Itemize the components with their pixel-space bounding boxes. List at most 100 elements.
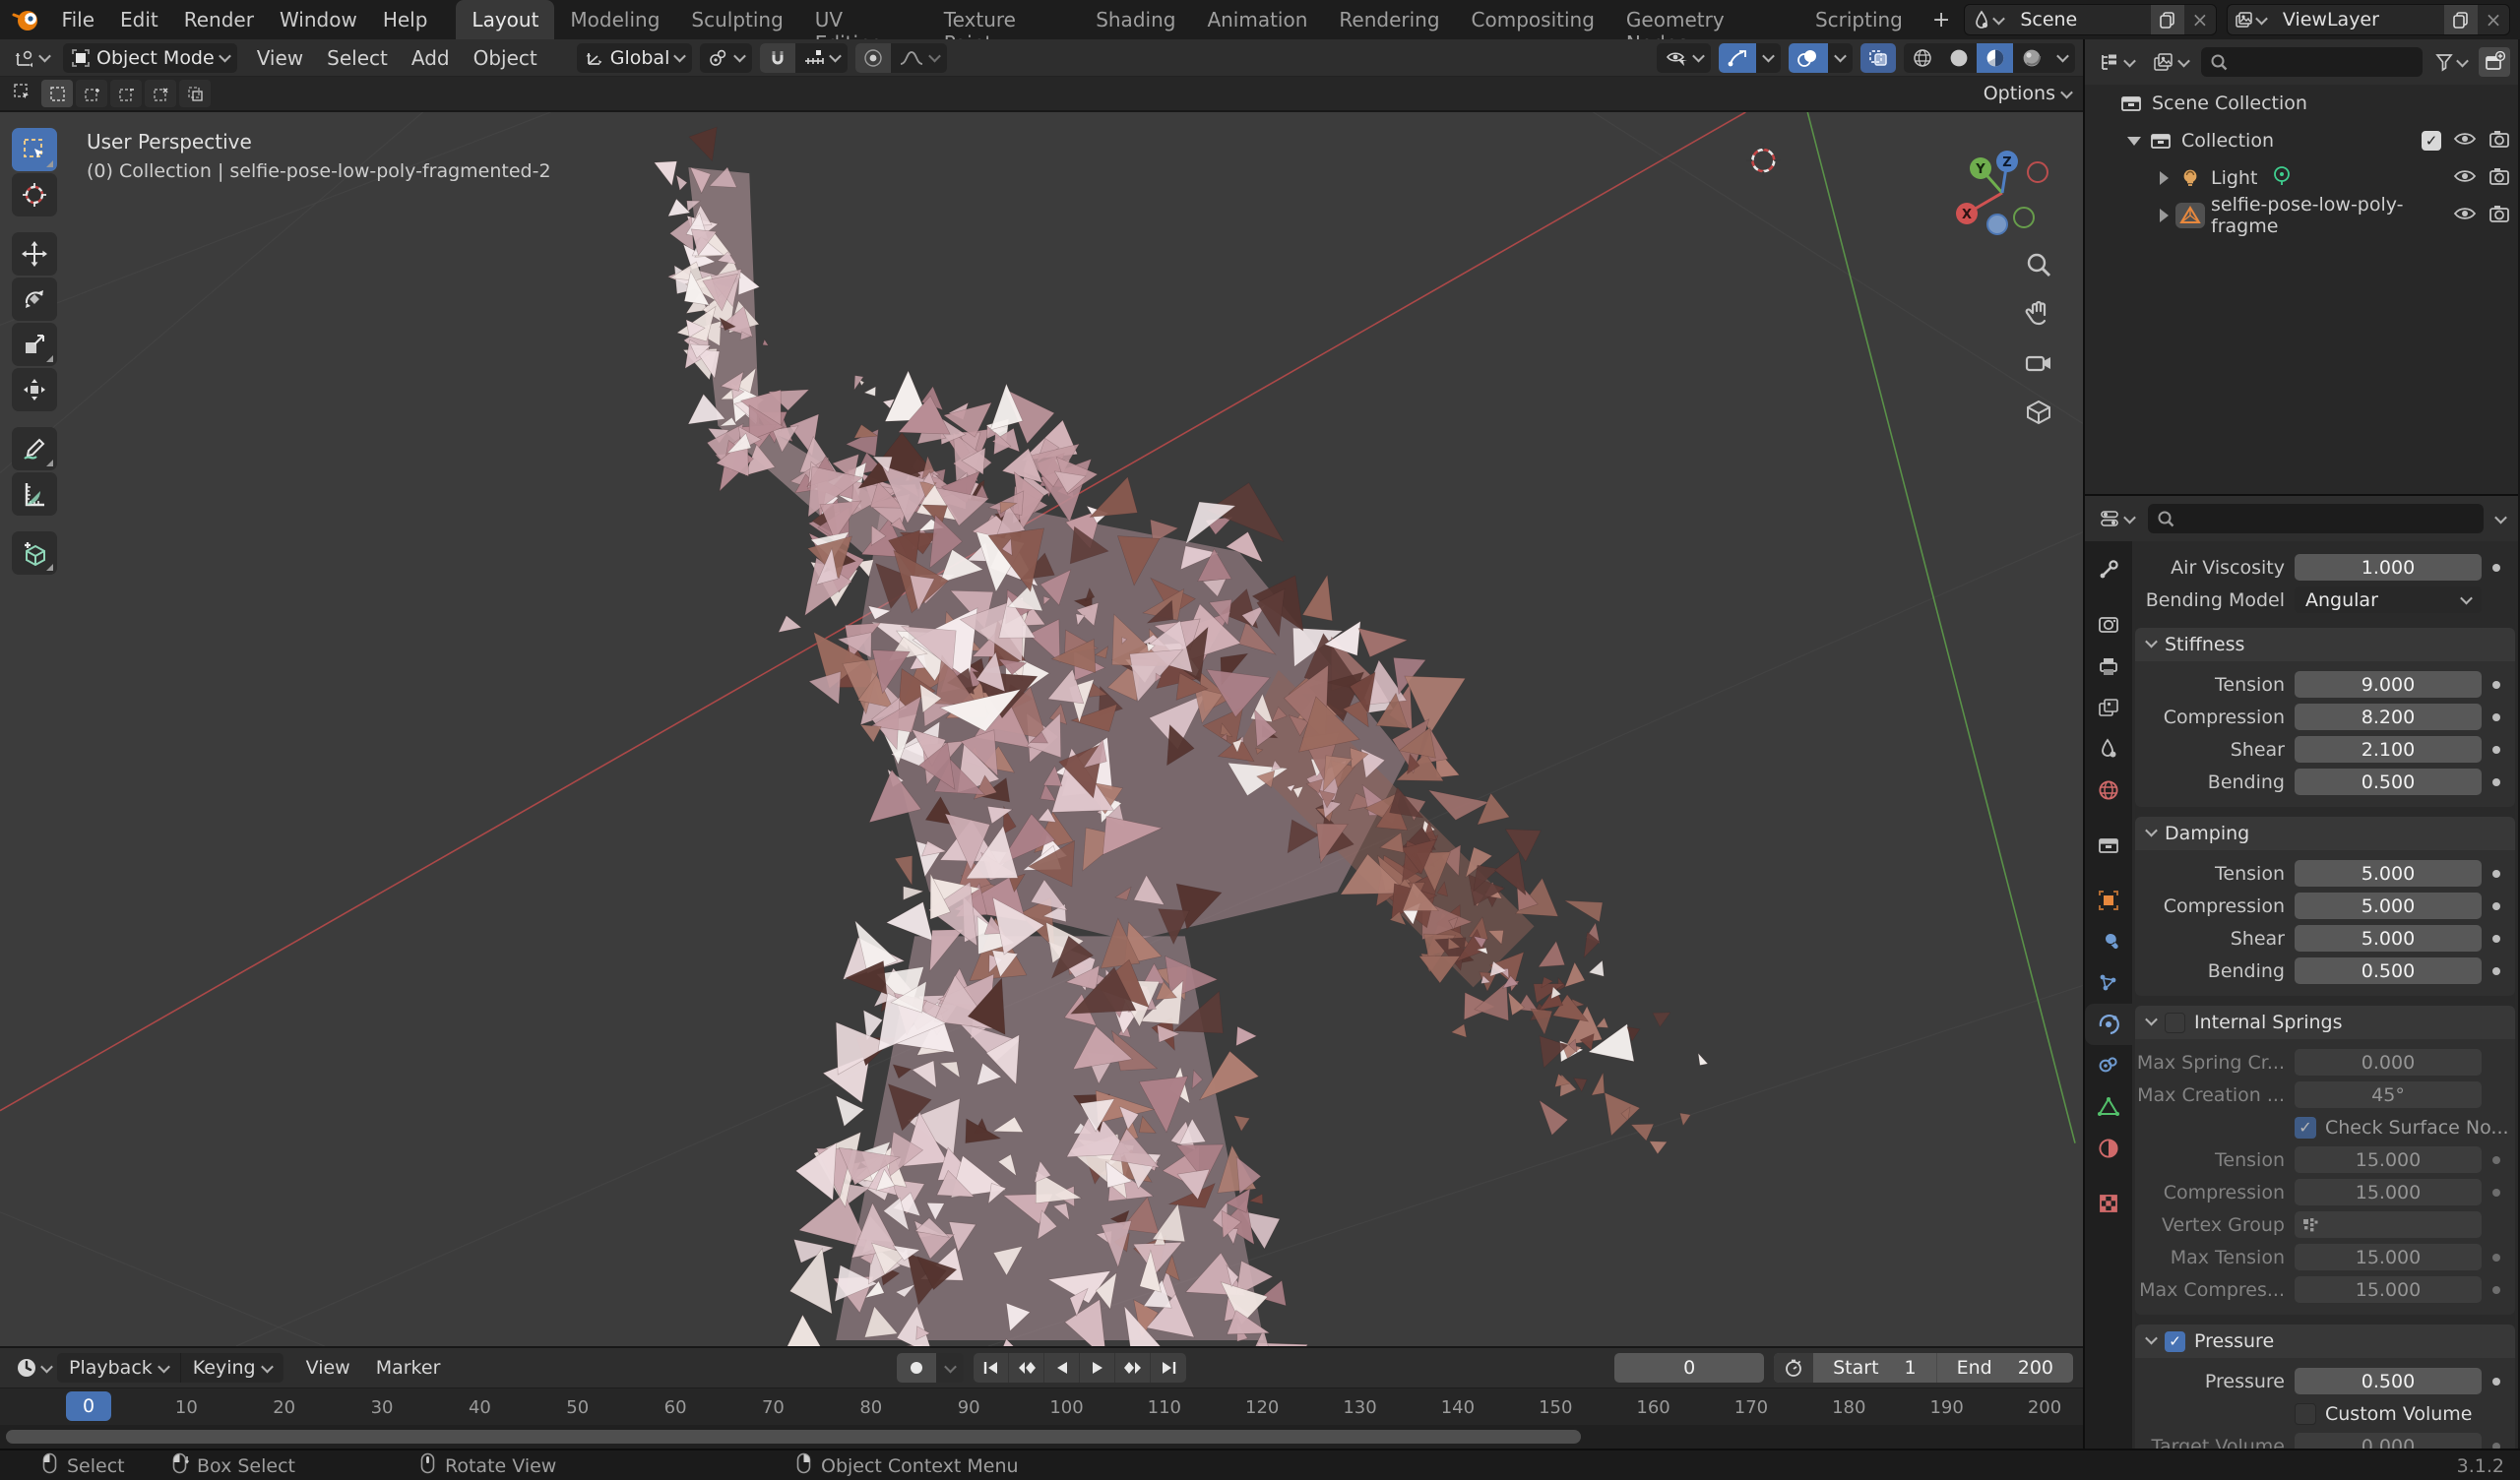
viewlayer-name[interactable]: ViewLayer	[2273, 9, 2444, 31]
workspace-tab-geometry-nodes[interactable]: Geometry Nodes	[1610, 0, 1799, 39]
transform-orientation[interactable]: Global	[577, 43, 693, 73]
outliner-row-light[interactable]: Light	[2085, 159, 2518, 197]
dropdown-bending-model[interactable]: Angular	[2295, 586, 2482, 613]
workspace-tab-sculpting[interactable]: Sculpting	[675, 0, 798, 39]
properties-tab-particles[interactable]	[2085, 962, 2132, 1004]
field-compression[interactable]: 8.200	[2295, 704, 2482, 730]
workspace-tab-compositing[interactable]: Compositing	[1456, 0, 1610, 39]
properties-editor-type-button[interactable]	[2093, 504, 2140, 533]
properties-tab-scene[interactable]	[2085, 728, 2132, 770]
prev-keyframe-button[interactable]	[1009, 1353, 1044, 1383]
workspace-tab-uv-editing[interactable]: UV Editing	[799, 0, 928, 39]
shading-wireframe-button[interactable]	[1904, 43, 1940, 73]
proportional-edit-toggle[interactable]	[855, 43, 891, 73]
zoom-tool-icon[interactable]	[2024, 250, 2053, 283]
orthographic-toggle-icon[interactable]	[2024, 398, 2053, 431]
tool-move-button[interactable]	[12, 232, 57, 276]
panel-checkbox[interactable]: ✓	[2165, 1331, 2185, 1352]
workspace-tab-rendering[interactable]: Rendering	[1323, 0, 1455, 39]
timeline-menu-keying[interactable]: Keying	[181, 1353, 284, 1383]
snap-toggle[interactable]	[760, 43, 795, 73]
field-shear[interactable]: 5.000	[2295, 925, 2482, 952]
timeline-editor-type-button[interactable]	[10, 1353, 57, 1383]
properties-tab-output[interactable]	[2085, 646, 2132, 687]
timeline-menu-view[interactable]: View	[293, 1357, 363, 1379]
outliner-search-input[interactable]	[2201, 47, 2423, 77]
panel-header-pressure[interactable]: ✓ Pressure	[2135, 1325, 2515, 1358]
select-mode-invert-button[interactable]	[145, 80, 176, 107]
editor-type-button[interactable]	[8, 43, 55, 73]
viewport-menu-select[interactable]: Select	[315, 39, 400, 77]
pan-tool-icon[interactable]	[2024, 299, 2053, 333]
shading-rendered-button[interactable]	[2013, 43, 2049, 73]
start-frame-field[interactable]: Start1	[1813, 1353, 1937, 1383]
panel-header-internal-springs[interactable]: Internal Springs	[2135, 1006, 2515, 1039]
menu-help[interactable]: Help	[370, 0, 441, 39]
scrollbar-thumb[interactable]	[6, 1430, 1581, 1444]
camera-view-icon[interactable]	[2024, 348, 2053, 382]
viewport-3d[interactable]: User Perspective (0) Collection | selfie…	[0, 112, 2083, 1346]
hide-eye-toggle[interactable]	[2453, 167, 2477, 190]
jump-to-start-button[interactable]	[974, 1353, 1009, 1383]
navigation-gizmo[interactable]: X Y Z	[1943, 130, 2061, 252]
properties-tab-physics[interactable]	[2085, 1004, 2132, 1045]
render-visibility-toggle[interactable]	[2488, 204, 2510, 228]
end-frame-field[interactable]: End200	[1937, 1353, 2073, 1383]
checkbox-check-surface-no[interactable]: ✓	[2295, 1117, 2316, 1139]
current-frame-field[interactable]: 0	[1614, 1353, 1764, 1383]
tool-add-cube-button[interactable]	[12, 531, 57, 575]
select-mode-intersect-button[interactable]	[179, 80, 211, 107]
field-compression[interactable]: 15.000	[2295, 1179, 2482, 1205]
properties-options-button[interactable]	[2491, 504, 2510, 533]
workspace-tab-animation[interactable]: Animation	[1191, 0, 1323, 39]
field-tension[interactable]: 9.000	[2295, 671, 2482, 698]
scene-copy-button[interactable]	[2151, 5, 2184, 34]
workspace-tab-shading[interactable]: Shading	[1080, 0, 1191, 39]
tool-transform-button[interactable]	[12, 368, 57, 411]
field-bending[interactable]: 0.500	[2295, 769, 2482, 795]
tool-cursor-button[interactable]	[12, 173, 57, 216]
gizmo-settings[interactable]	[1756, 43, 1781, 73]
workspace-tab-layout[interactable]: Layout	[456, 0, 554, 39]
properties-tab-object[interactable]	[2085, 880, 2132, 921]
field-tension[interactable]: 15.000	[2295, 1146, 2482, 1173]
workspace-tab-texture-paint[interactable]: Texture Paint	[928, 0, 1080, 39]
add-workspace-button[interactable]: +	[1919, 0, 1964, 39]
select-mode-extend-button[interactable]	[76, 80, 107, 107]
viewport-menu-view[interactable]: View	[245, 39, 315, 77]
field-shear[interactable]: 2.100	[2295, 736, 2482, 763]
play-button[interactable]	[1080, 1353, 1115, 1383]
properties-tab-constraints[interactable]	[2085, 1045, 2132, 1086]
scene-unlink-button[interactable]: ×	[2184, 8, 2216, 31]
properties-tab-collection[interactable]	[2085, 825, 2132, 866]
panel-header-damping[interactable]: Damping	[2135, 817, 2515, 850]
workspace-tab-scripting[interactable]: Scripting	[1799, 0, 1919, 39]
field-max-compres[interactable]: 15.000	[2295, 1276, 2482, 1303]
collection-checkbox[interactable]: ✓	[2422, 131, 2441, 151]
field-air-viscosity[interactable]: 1.000	[2295, 554, 2482, 581]
viewport-menu-object[interactable]: Object	[462, 39, 549, 77]
properties-tab-view-layer[interactable]	[2085, 687, 2132, 728]
viewport-menu-add[interactable]: Add	[400, 39, 462, 77]
tool-measure-button[interactable]	[12, 472, 57, 516]
overlays-settings[interactable]	[1828, 43, 1853, 73]
field-pressure[interactable]: 0.500	[2295, 1368, 2482, 1394]
outliner-editor-type-button[interactable]	[2093, 47, 2140, 77]
timeline-ruler[interactable]: 1020304050607080901001101201301401501601…	[0, 1388, 2083, 1425]
outliner-row-scene-collection[interactable]: Scene Collection	[2085, 85, 2518, 122]
tool-rotate-button[interactable]	[12, 278, 57, 321]
select-mode-set-button[interactable]	[41, 80, 73, 107]
menu-edit[interactable]: Edit	[107, 0, 171, 39]
tool-scale-button[interactable]	[12, 323, 57, 366]
shading-settings[interactable]	[2049, 43, 2075, 73]
timeline-scrollbar[interactable]	[0, 1425, 2083, 1449]
new-collection-button[interactable]	[2479, 47, 2510, 77]
shading-material-button[interactable]	[1977, 43, 2013, 73]
timeline-menu-marker[interactable]: Marker	[363, 1357, 454, 1379]
scene-selector[interactable]: Scene ×	[1964, 4, 2217, 35]
field-tension[interactable]: 5.000	[2295, 860, 2482, 887]
properties-tab-tool[interactable]	[2085, 549, 2132, 590]
properties-tab-modifiers[interactable]	[2085, 921, 2132, 962]
workspace-tab-modeling[interactable]: Modeling	[554, 0, 675, 39]
object-visibility-selector[interactable]	[1657, 43, 1711, 73]
